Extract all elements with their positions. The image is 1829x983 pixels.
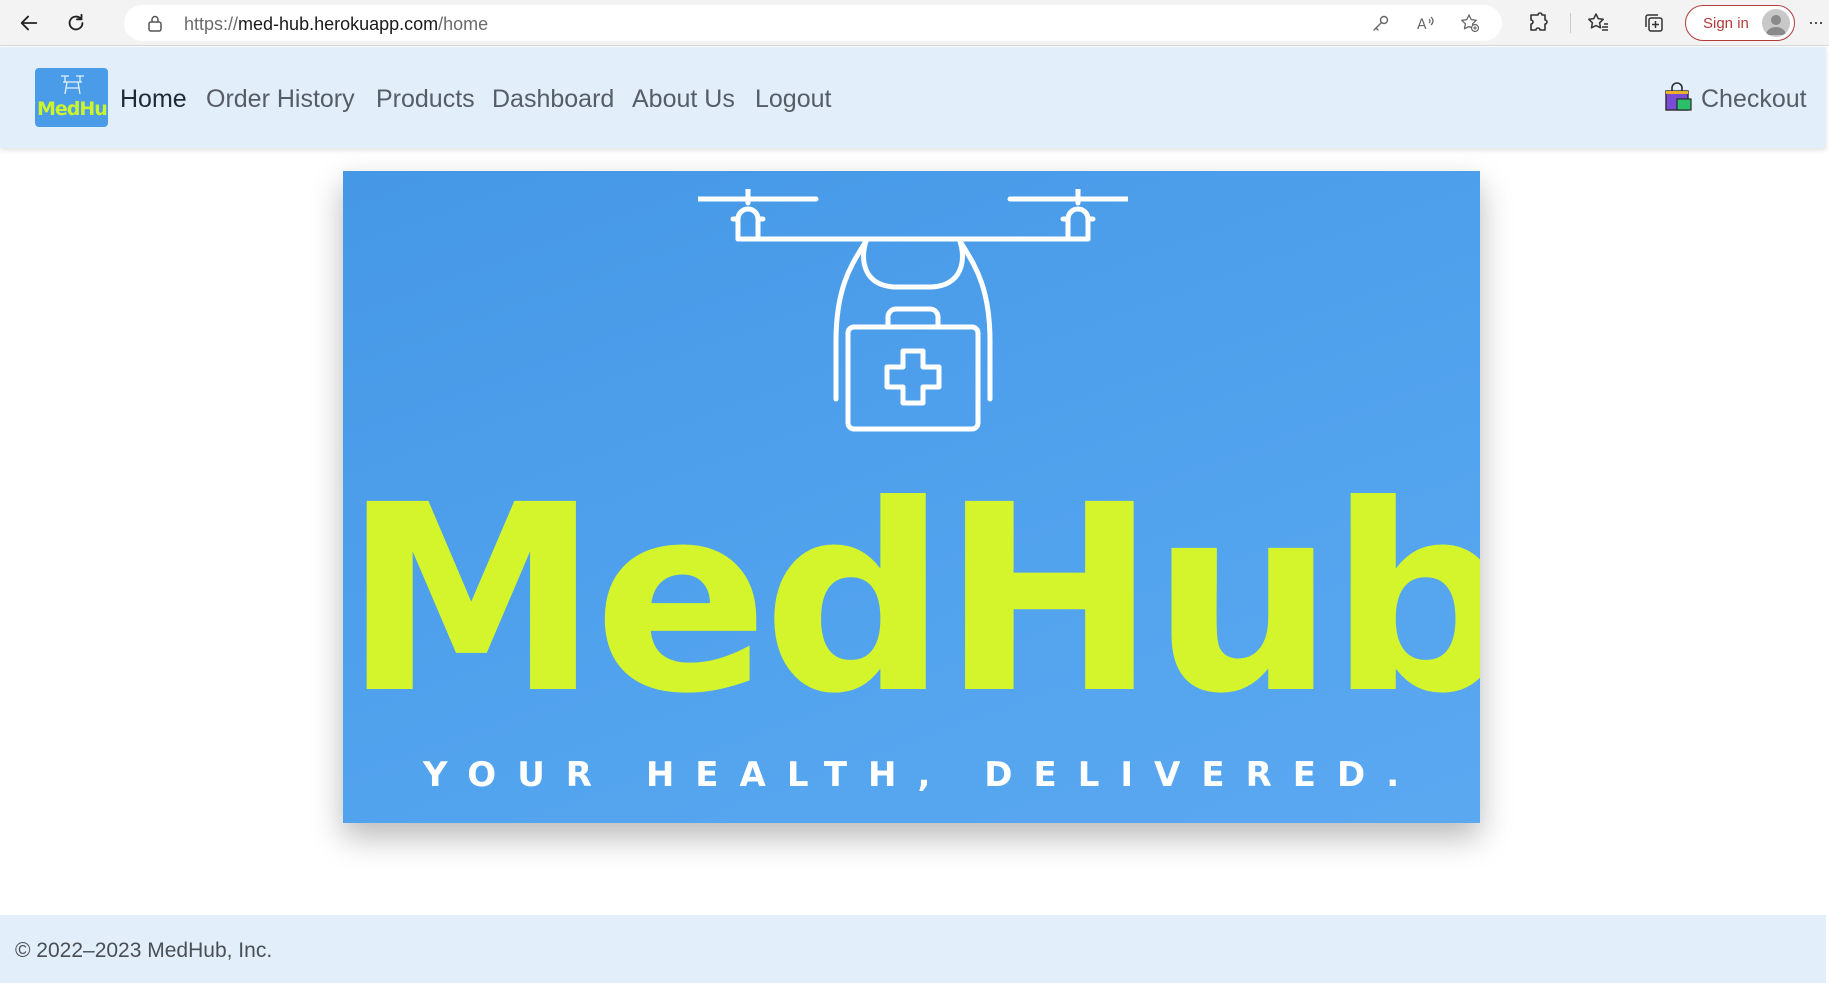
hero-wordmark: MedHub [343, 450, 1480, 750]
lock-icon [148, 15, 162, 32]
user-icon [1766, 15, 1786, 35]
avatar [1762, 9, 1790, 37]
medical-drone-icon [698, 189, 1128, 432]
footer-copyright: © 2022–2023 MedHub, Inc. [15, 939, 273, 962]
shopping-bag-icon [1665, 82, 1692, 111]
brand-logo[interactable]: MedHub [35, 68, 108, 127]
nav-products[interactable]: Products [376, 85, 475, 114]
add-favorite-icon[interactable] [1460, 13, 1480, 33]
nav-dashboard[interactable]: Dashboard [492, 85, 614, 114]
browser-toolbar: https://med-hub.herokuapp.com/home A Sig… [0, 0, 1829, 46]
collections-icon[interactable] [1642, 11, 1666, 35]
more-options-button[interactable]: ··· [1808, 12, 1824, 33]
nav-home[interactable]: Home [120, 85, 187, 114]
hero-banner: MedHub YOUR HEALTH, DELIVERED. [343, 171, 1480, 823]
favorites-icon[interactable] [1586, 11, 1610, 35]
read-aloud-icon[interactable]: A [1416, 13, 1436, 33]
url-text: https://med-hub.herokuapp.com/home [184, 14, 489, 34]
extensions-icon[interactable] [1526, 11, 1550, 35]
key-icon[interactable] [1371, 13, 1391, 33]
site-footer: © 2022–2023 MedHub, Inc. [0, 915, 1826, 983]
sign-in-button[interactable]: Sign in [1685, 5, 1795, 41]
address-bar[interactable]: https://med-hub.herokuapp.com/home A [124, 5, 1502, 41]
back-arrow-icon [20, 15, 38, 31]
nav-order-history[interactable]: Order History [206, 85, 355, 114]
svg-text:A: A [1417, 17, 1427, 33]
back-button[interactable] [13, 7, 45, 39]
refresh-icon [68, 13, 84, 31]
refresh-button[interactable] [60, 7, 92, 39]
nav-logout[interactable]: Logout [755, 85, 831, 114]
site-navbar: MedHub Home Order History Products Dashb… [0, 47, 1826, 148]
page: https://med-hub.herokuapp.com/home A Sig… [0, 0, 1829, 983]
toolbar-divider [1570, 13, 1571, 33]
hero-tagline: YOUR HEALTH, DELIVERED. [422, 755, 1421, 795]
nav-about-us[interactable]: About Us [632, 85, 735, 114]
